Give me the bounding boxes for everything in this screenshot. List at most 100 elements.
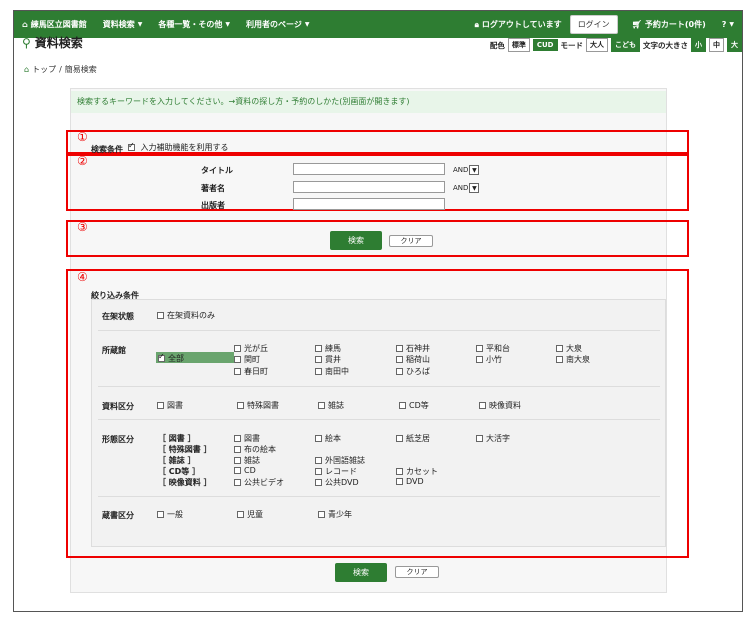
format-option[interactable]: 大活字: [476, 433, 510, 444]
size-large-button[interactable]: 大: [727, 38, 742, 52]
menu-search[interactable]: 資料検索 ▼: [95, 11, 151, 38]
color-cud-button[interactable]: CUD: [532, 39, 558, 51]
format-checkbox[interactable]: [234, 446, 241, 453]
color-standard-button[interactable]: 標準: [507, 38, 530, 52]
branch-option[interactable]: 関町: [234, 354, 260, 365]
search-button-bottom[interactable]: 検索: [335, 563, 387, 582]
branch-checkbox[interactable]: [556, 356, 563, 363]
branch-option[interactable]: 貫井: [315, 354, 341, 365]
location-all-option[interactable]: 全部: [158, 352, 184, 364]
format-checkbox[interactable]: [315, 435, 322, 442]
cart-link[interactable]: 🛒︎ 予約カート(0件): [624, 11, 714, 38]
assist-checkbox[interactable]: [128, 141, 135, 151]
size-small-button[interactable]: 小: [691, 38, 706, 52]
format-checkbox[interactable]: [315, 457, 322, 464]
material-option[interactable]: 特殊図書: [237, 400, 279, 411]
menu-user-page[interactable]: 利用者のページ ▼: [238, 11, 317, 38]
mode-kids-button[interactable]: こども: [611, 38, 640, 52]
branch-option[interactable]: 南田中: [315, 366, 349, 377]
search-button[interactable]: 検索: [330, 231, 382, 250]
notice-bar[interactable]: 検索するキーワードを入力してください。→資料の探し方・予約のしかた(別画面が開き…: [71, 91, 666, 113]
format-checkbox[interactable]: [396, 435, 403, 442]
material-checkbox[interactable]: [318, 402, 325, 409]
format-option[interactable]: 外国語雑誌: [315, 455, 365, 466]
branch-option[interactable]: 練馬: [315, 343, 341, 354]
size-medium-button[interactable]: 中: [709, 38, 724, 52]
branch-option[interactable]: 稲荷山: [396, 354, 430, 365]
format-type-label: 形態区分: [102, 435, 134, 444]
shelf-checkbox[interactable]: [237, 511, 244, 518]
branch-option[interactable]: 石神井: [396, 343, 430, 354]
author-input[interactable]: [293, 181, 445, 193]
breadcrumb-top[interactable]: トップ: [32, 64, 56, 75]
format-checkbox[interactable]: [234, 479, 241, 486]
shelf-checkbox[interactable]: [157, 511, 164, 518]
shelf-option[interactable]: 青少年: [318, 509, 352, 520]
branch-checkbox[interactable]: [396, 356, 403, 363]
branch-option[interactable]: 光が丘: [234, 343, 268, 354]
branch-checkbox[interactable]: [234, 356, 241, 363]
material-option[interactable]: 雑誌: [318, 400, 344, 411]
shelf-option[interactable]: 一般: [157, 509, 183, 520]
material-checkbox[interactable]: [479, 402, 486, 409]
branch-option[interactable]: 平和台: [476, 343, 510, 354]
branch-checkbox[interactable]: [315, 368, 322, 375]
format-checkbox[interactable]: [234, 457, 241, 464]
login-button[interactable]: ログイン: [569, 15, 618, 34]
format-option[interactable]: カセット: [396, 466, 438, 477]
clear-button-bottom[interactable]: クリア: [395, 566, 439, 578]
branch-option[interactable]: ひろば: [396, 366, 430, 377]
format-option[interactable]: 絵本: [315, 433, 341, 444]
format-checkbox[interactable]: [476, 435, 483, 442]
branch-checkbox[interactable]: [396, 345, 403, 352]
menu-lists[interactable]: 各種一覧・その他 ▼: [150, 11, 238, 38]
material-checkbox[interactable]: [237, 402, 244, 409]
format-checkbox[interactable]: [234, 435, 241, 442]
format-checkbox[interactable]: [396, 468, 403, 475]
branch-checkbox[interactable]: [556, 345, 563, 352]
format-option[interactable]: 公共DVD: [315, 477, 359, 488]
branch-option[interactable]: 南大泉: [556, 354, 590, 365]
shelf-option[interactable]: 児童: [237, 509, 263, 520]
format-option[interactable]: 紙芝居: [396, 433, 430, 444]
format-option[interactable]: 図書: [234, 433, 260, 444]
format-checkbox[interactable]: [234, 467, 241, 474]
format-option[interactable]: DVD: [396, 477, 424, 486]
branch-option[interactable]: 大泉: [556, 343, 582, 354]
branch-checkbox[interactable]: [476, 345, 483, 352]
divider: [98, 386, 660, 387]
title-operator-select[interactable]: AND ▼: [453, 164, 480, 176]
material-option[interactable]: 図書: [157, 400, 183, 411]
branch-checkbox[interactable]: [315, 345, 322, 352]
author-operator-select[interactable]: AND ▼: [453, 182, 480, 194]
branch-checkbox[interactable]: [476, 356, 483, 363]
branch-option[interactable]: 春日町: [234, 366, 268, 377]
material-checkbox[interactable]: [157, 402, 164, 409]
format-checkbox[interactable]: [315, 479, 322, 486]
branch-option[interactable]: 小竹: [476, 354, 502, 365]
material-option[interactable]: 映像資料: [479, 400, 521, 411]
format-checkbox[interactable]: [315, 468, 322, 475]
branch-checkbox[interactable]: [315, 356, 322, 363]
material-option[interactable]: CD等: [399, 400, 429, 411]
branch-checkbox[interactable]: [234, 345, 241, 352]
availability-option[interactable]: 在架資料のみ: [157, 310, 215, 321]
format-checkbox[interactable]: [396, 478, 403, 485]
title-input[interactable]: [293, 163, 445, 175]
publisher-input[interactable]: [293, 198, 445, 210]
help-menu[interactable]: ? ▼: [714, 11, 742, 38]
shelf-checkbox[interactable]: [318, 511, 325, 518]
format-option[interactable]: 布の絵本: [234, 444, 276, 455]
branch-checkbox[interactable]: [396, 368, 403, 375]
material-checkbox[interactable]: [399, 402, 406, 409]
format-option[interactable]: 雑誌: [234, 455, 260, 466]
assist-option[interactable]: 入力補助機能を利用する: [128, 141, 229, 153]
format-option[interactable]: 公共ビデオ: [234, 477, 284, 488]
clear-button[interactable]: クリア: [389, 235, 433, 247]
branch-checkbox[interactable]: [234, 368, 241, 375]
format-option[interactable]: CD: [234, 466, 256, 475]
location-all-checkbox[interactable]: [158, 352, 165, 362]
mode-adult-button[interactable]: 大人: [586, 38, 608, 52]
availability-checkbox[interactable]: [157, 312, 164, 319]
format-option[interactable]: レコード: [315, 466, 357, 477]
